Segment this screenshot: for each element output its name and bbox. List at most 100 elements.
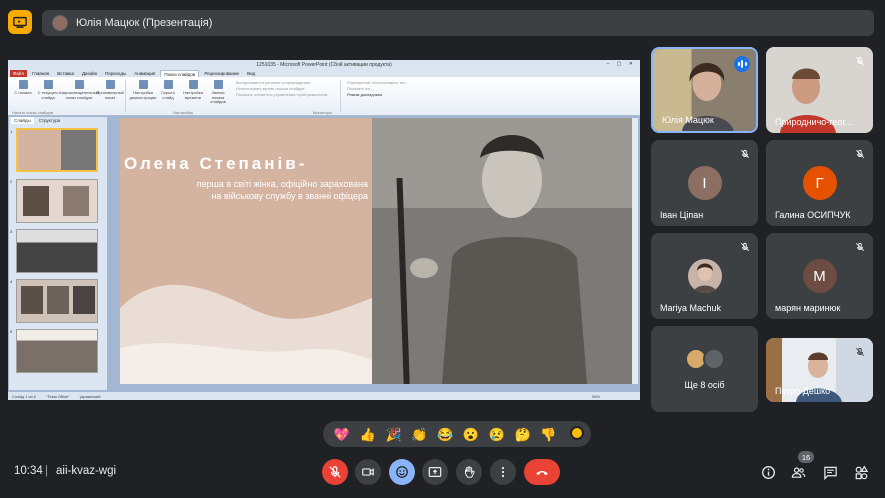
slide-scrollbar: [632, 118, 638, 384]
slide-thumbnail: [16, 179, 98, 223]
ribbon-btn-timing: Настройка времени: [182, 80, 204, 100]
slide-thumbnails-pane: Слайды Структура 1 2 3 4 5: [9, 117, 107, 390]
smiley-icon: [396, 466, 408, 478]
slide-thumbnail: [16, 128, 98, 172]
participant-name: марян маринюк: [775, 303, 841, 313]
present-screen-button[interactable]: [422, 459, 448, 485]
participant-tile-geography[interactable]: Природничо-геог...: [766, 47, 873, 133]
more-participants-label: Ще 8 осіб: [684, 380, 725, 390]
participant-tile-more[interactable]: Ще 8 осіб: [651, 326, 758, 412]
more-vert-icon: [501, 466, 505, 478]
thumb-number: 1: [10, 129, 13, 134]
status-zoom: 56%: [591, 393, 600, 399]
reaction-thumbs-down[interactable]: 👎: [540, 428, 556, 441]
thumb-number: 4: [10, 279, 13, 284]
more-options-button[interactable]: [490, 459, 516, 485]
ppt-tab-insert: Вставка: [57, 71, 74, 76]
camera-toggle-button[interactable]: [355, 459, 381, 485]
ppt-tab-transitions: Переходы: [105, 71, 127, 76]
mic-off-icon: [738, 240, 752, 254]
chat-button[interactable]: [820, 462, 840, 482]
mic-toggle-button[interactable]: [322, 459, 348, 485]
reaction-thumbs-up[interactable]: 👍: [360, 428, 376, 441]
slide-subtitle: перша в світі жінка, офіційно зарахована…: [168, 178, 368, 202]
clock: 10:34: [14, 465, 43, 477]
slide-thumbnail: [16, 329, 98, 373]
info-icon: [761, 465, 775, 479]
mic-off-icon: [853, 54, 867, 68]
participant-tile-marian[interactable]: М марян маринюк: [766, 233, 873, 319]
ribbon-group-setup: Настройка демонстрации Скрыть слайд Наст…: [130, 80, 341, 112]
participant-tile-halyna[interactable]: Г Галина ОСИПЧУК: [766, 140, 873, 226]
avatar: І: [687, 166, 722, 200]
ribbon-btn-custom: Произвольный показ: [96, 80, 124, 100]
ribbon-btn-broadcast: Широковещательный показ слайдов: [59, 80, 99, 100]
thumb-number: 5: [10, 329, 13, 334]
camera-icon: [362, 468, 374, 476]
participant-tile-petro[interactable]: Петро Дешко: [766, 338, 873, 402]
thumb-number: 3: [10, 229, 13, 234]
slide-thumbnail: [16, 279, 98, 323]
pane-tabs: Слайды Структура: [9, 117, 107, 124]
shared-screen: 1251035 - Microsoft PowerPoint (Сбой акт…: [8, 60, 640, 400]
reaction-thinking[interactable]: 🤔: [515, 428, 531, 441]
presenter-label: Юлія Мацюк (Презентація): [76, 17, 213, 29]
activities-button[interactable]: [851, 462, 871, 482]
participant-tile-julia[interactable]: Юлія Мацюк: [651, 47, 758, 133]
slide-subtitle-line: перша в світі жінка, офіційно зарахована: [196, 179, 368, 189]
status-theme: "Тема Office": [45, 393, 70, 399]
people-icon: [791, 466, 805, 478]
reactions-button[interactable]: [389, 459, 415, 485]
ribbon-btn-setup: Настройка демонстрации: [130, 80, 156, 100]
reaction-clap[interactable]: 👏: [411, 428, 427, 441]
ppt-tab-slideshow: Показ слайдов: [160, 70, 200, 77]
ribbon-btn-from-start: С начала: [12, 80, 34, 96]
participant-name: Петро Дешко: [775, 386, 831, 396]
meeting-details-button[interactable]: [758, 462, 778, 482]
more-avatar: [703, 348, 725, 370]
reaction-sad[interactable]: 😢: [489, 428, 505, 441]
raise-hand-button[interactable]: [456, 459, 482, 485]
reaction-party[interactable]: 🎉: [385, 428, 401, 441]
reactions-bar: 💖 👍 🎉 👏 😂 😮 😢 🤔 👎: [323, 421, 591, 447]
participant-tile-mariya[interactable]: Mariya Machuk: [651, 233, 758, 319]
mic-off-icon: [853, 345, 867, 359]
meet-window: Юлія Мацюк (Презентація) 1251035 - Micro…: [0, 0, 885, 498]
pane-tab-slides: Слайды: [11, 117, 34, 124]
participant-name: Природничо-геог...: [775, 117, 853, 127]
leave-call-button[interactable]: [524, 459, 560, 485]
ribbon-btn-record: Запись показа слайдов: [207, 80, 229, 105]
presenter-bar[interactable]: Юлія Мацюк (Презентація): [42, 10, 874, 36]
window-controls-icon: – ▢ ✕: [606, 61, 636, 67]
status-language: украинский: [79, 393, 101, 399]
ppt-titlebar: 1251035 - Microsoft PowerPoint (Сбой акт…: [8, 60, 640, 69]
ribbon-presenter-view: Режим докладчика: [347, 92, 383, 97]
participant-name: Галина ОСИПЧУК: [775, 210, 851, 220]
reaction-heart[interactable]: 💖: [334, 428, 350, 441]
participant-name: Юлія Мацюк: [662, 115, 714, 125]
ribbon-checks: Воспроизвести речевое сопровождение Испо…: [236, 80, 336, 98]
end-call-icon: [536, 471, 548, 476]
mic-off-icon: [853, 240, 867, 254]
participant-tile-ivan[interactable]: І Іван Ціпан: [651, 140, 758, 226]
portrait-figure: [372, 118, 632, 384]
slide-text-panel: Олена Степанів- перша в світі жінка, офі…: [120, 118, 372, 384]
ppt-window-title: 1251035 - Microsoft PowerPoint (Сбой акт…: [256, 61, 392, 68]
group-label-monitors: Мониторы: [312, 110, 332, 115]
presentation-icon[interactable]: [8, 10, 32, 34]
activities-icon: [855, 465, 868, 479]
current-slide: Олена Степанів- перша в світі жінка, офі…: [120, 118, 632, 384]
reaction-laugh[interactable]: 😂: [437, 428, 453, 441]
ribbon-monitor-options: Разрешение: Использовать тек... Показать…: [347, 80, 437, 98]
present-screen-icon: [428, 467, 442, 477]
reaction-skin-tone-button[interactable]: [570, 426, 584, 440]
ppt-tab-animation: Анимация: [134, 71, 156, 76]
meeting-code: aii-kvaz-wgi: [56, 465, 117, 477]
people-button[interactable]: [788, 462, 808, 482]
reaction-surprised[interactable]: 😮: [463, 428, 479, 441]
avatar: Г: [802, 166, 837, 200]
group-label-setup: Настройка: [173, 110, 193, 115]
ppt-tab-file: Файл: [10, 70, 28, 77]
pane-tab-outline: Структура: [35, 117, 64, 124]
ppt-statusbar: Слайд 1 из 6 "Тема Office" украинский 56…: [8, 392, 640, 400]
